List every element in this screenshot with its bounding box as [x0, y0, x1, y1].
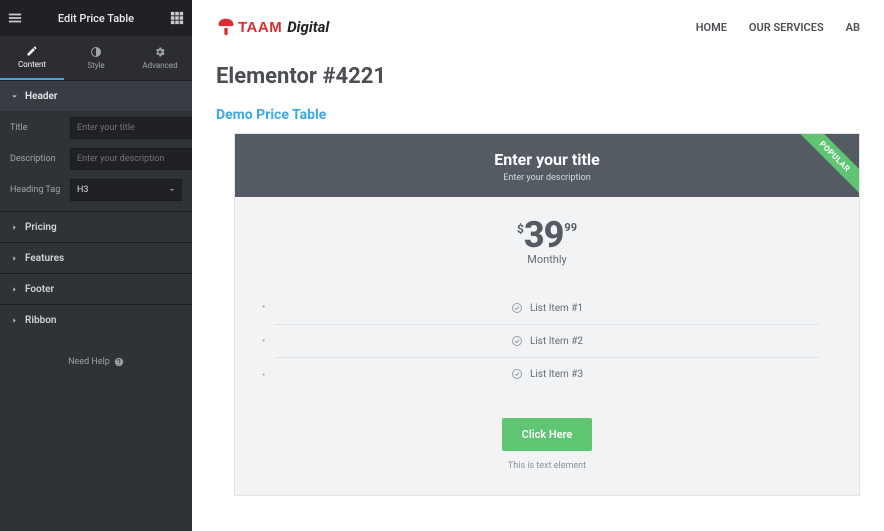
- price-cents: 99: [564, 221, 577, 234]
- section-header-label: Header: [25, 91, 57, 102]
- price-amount: 39: [524, 217, 564, 253]
- editor-panel: Edit Price Table Content Style Advanced …: [0, 0, 192, 531]
- bullet-icon: •: [262, 370, 265, 381]
- header-controls: Title Description Heading Tag H3: [0, 111, 192, 211]
- section-footer-label: Footer: [25, 284, 54, 295]
- feature-item: List Item #1: [275, 292, 819, 325]
- need-help-link[interactable]: Need Help: [0, 357, 192, 367]
- cta-button[interactable]: Click Here: [502, 418, 593, 451]
- description-label: Description: [10, 154, 64, 164]
- panel-tabs: Content Style Advanced: [0, 36, 192, 80]
- section-header-toggle[interactable]: Header: [0, 81, 192, 111]
- features-list: • List Item #1 • List Item #2 •: [275, 292, 819, 390]
- heading-tag-select[interactable]: H3: [70, 179, 182, 201]
- price-table-title: Enter your title: [243, 150, 851, 169]
- price-currency: $: [517, 222, 524, 236]
- price-table-caption: This is text element: [275, 461, 819, 471]
- logo-icon: [216, 17, 236, 37]
- section-features-toggle[interactable]: Features: [0, 243, 192, 273]
- section-pricing-label: Pricing: [25, 222, 57, 233]
- site-logo[interactable]: TAAM Digital: [216, 17, 329, 37]
- section-ribbon-toggle[interactable]: Ribbon: [0, 305, 192, 335]
- feature-item: List Item #2: [275, 325, 819, 358]
- tab-style-label: Style: [87, 61, 104, 70]
- price-table-widget[interactable]: POPULAR Enter your title Enter your desc…: [234, 133, 860, 496]
- price-table-body: $ 39 99 Monthly • List Item #1 •: [235, 197, 859, 495]
- panel-title: Edit Price Table: [58, 12, 134, 25]
- title-input[interactable]: [70, 117, 198, 139]
- page-title: Elementor #4221: [216, 64, 860, 89]
- panel-topbar: Edit Price Table: [0, 0, 192, 36]
- need-help-label: Need Help: [68, 357, 110, 367]
- preview-area: TAAM Digital HOME OUR SERVICES AB Elemen…: [192, 0, 884, 531]
- tab-advanced-label: Advanced: [142, 61, 177, 70]
- section-pricing-toggle[interactable]: Pricing: [0, 212, 192, 242]
- tab-style[interactable]: Style: [64, 36, 128, 80]
- demo-price-table-heading: Demo Price Table: [216, 107, 860, 123]
- check-circle-icon: [511, 368, 523, 380]
- description-input[interactable]: [70, 148, 198, 170]
- widgets-grid-icon[interactable]: [170, 11, 184, 25]
- feature-label: List Item #2: [530, 336, 583, 347]
- logo-text-a: TAAM: [238, 19, 282, 36]
- nav-home[interactable]: HOME: [696, 21, 727, 34]
- price-table-header: Enter your title Enter your description: [235, 134, 859, 197]
- section-footer-toggle[interactable]: Footer: [0, 274, 192, 304]
- tab-content-label: Content: [18, 60, 46, 69]
- section-header: Header Title Description Heading Tag H3: [0, 80, 192, 211]
- bullet-icon: •: [262, 302, 265, 313]
- check-circle-icon: [511, 335, 523, 347]
- hamburger-icon[interactable]: [8, 11, 22, 25]
- heading-tag-label: Heading Tag: [10, 185, 64, 195]
- nav-services[interactable]: OUR SERVICES: [749, 21, 824, 34]
- title-label: Title: [10, 123, 64, 133]
- tab-advanced[interactable]: Advanced: [128, 36, 192, 80]
- feature-label: List Item #3: [530, 369, 583, 380]
- bullet-icon: •: [262, 336, 265, 347]
- main-nav: HOME OUR SERVICES AB: [696, 21, 860, 34]
- tab-content[interactable]: Content: [0, 36, 64, 80]
- feature-label: List Item #1: [530, 303, 583, 314]
- page-content: Elementor #4221 Demo Price Table POPULAR…: [192, 54, 884, 496]
- section-features-label: Features: [25, 253, 64, 264]
- help-icon: [114, 357, 124, 367]
- section-ribbon-label: Ribbon: [25, 315, 56, 326]
- price-table-description: Enter your description: [243, 173, 851, 183]
- logo-text-b: Digital: [287, 18, 329, 36]
- price-period: Monthly: [275, 253, 819, 266]
- feature-item: List Item #3: [275, 358, 819, 390]
- price-line: $ 39 99: [517, 217, 577, 253]
- site-topbar: TAAM Digital HOME OUR SERVICES AB: [192, 0, 884, 54]
- check-circle-icon: [511, 302, 523, 314]
- nav-about[interactable]: AB: [846, 21, 860, 34]
